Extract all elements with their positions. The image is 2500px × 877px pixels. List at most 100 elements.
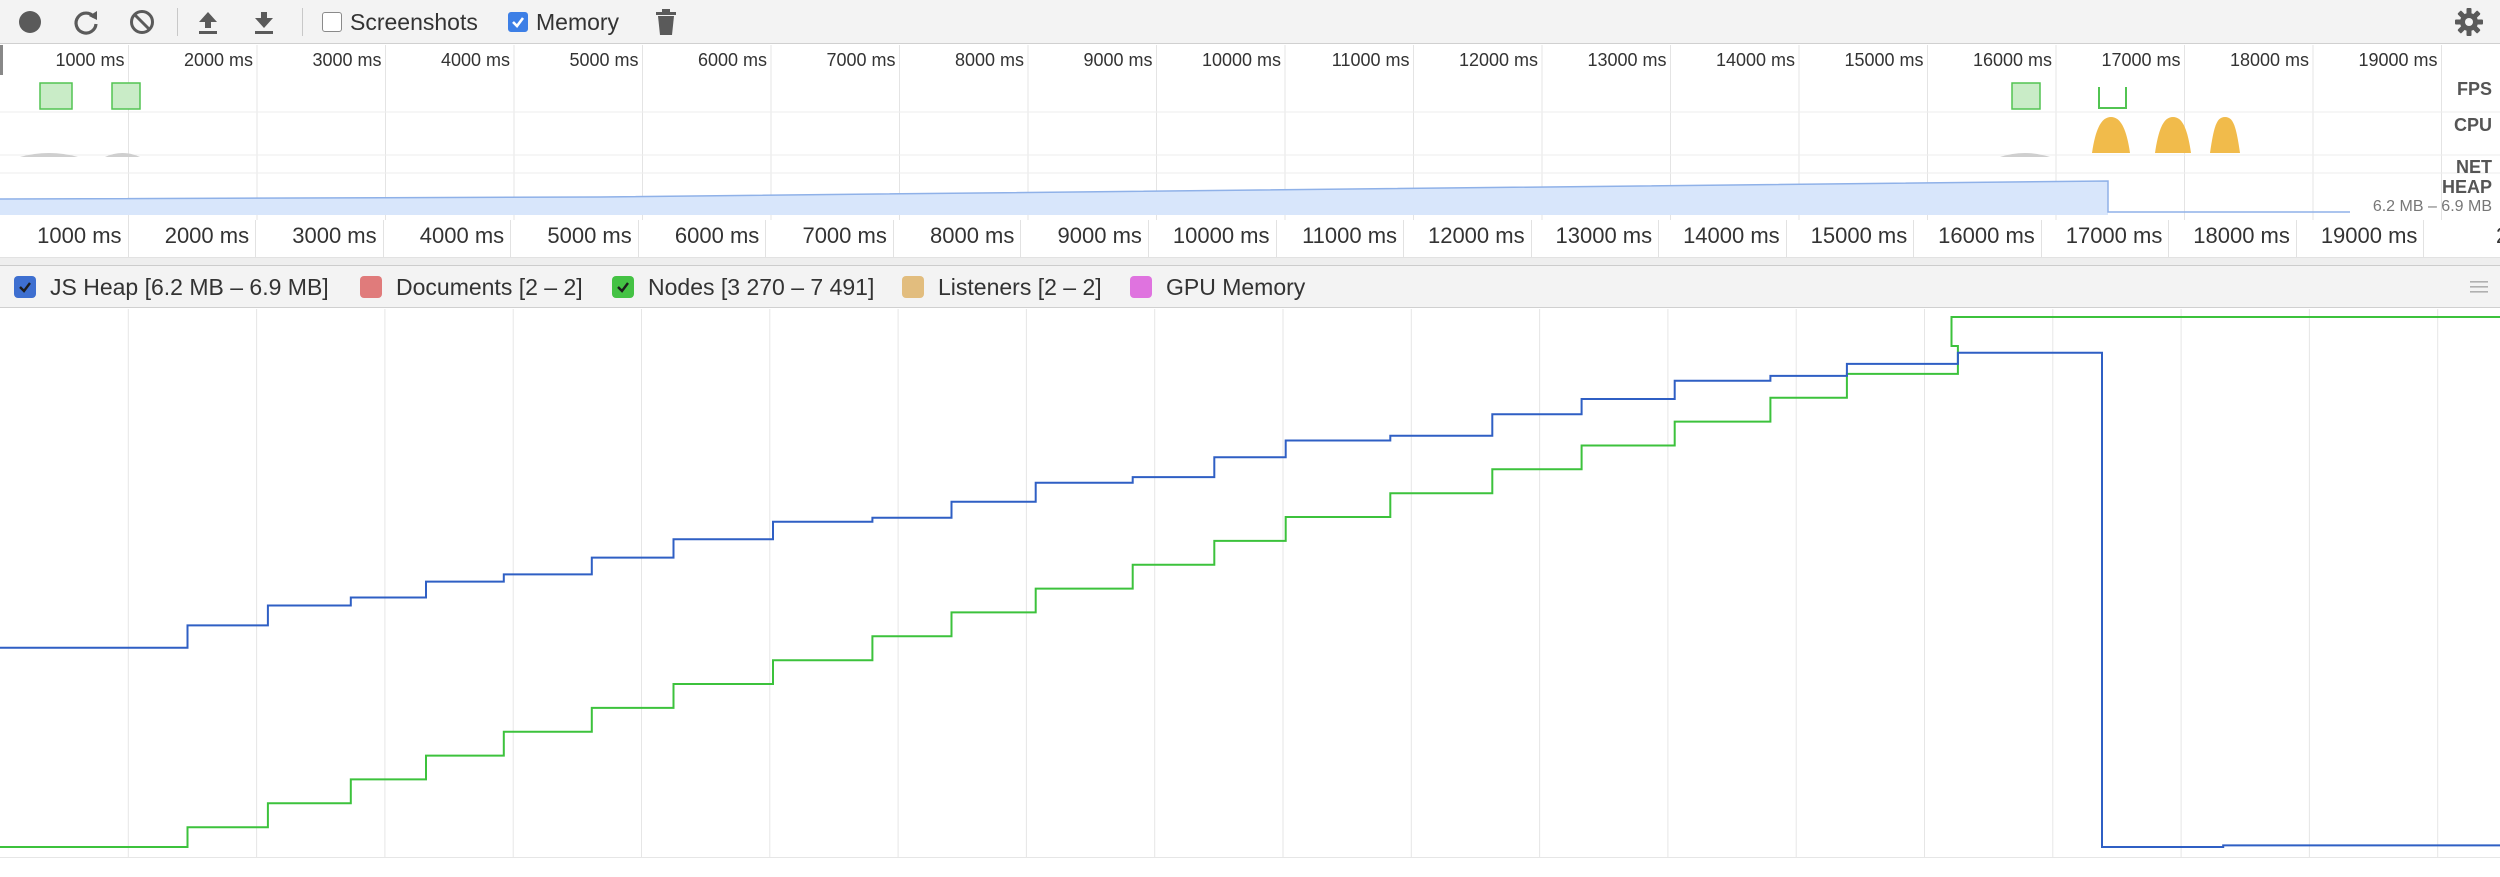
ruler-gridline	[1275, 220, 1277, 257]
nodes-label: Nodes [3 270 – 7 491]	[648, 273, 875, 300]
cpu-track-label: CPU	[2453, 115, 2492, 135]
ruler-gridline	[2423, 220, 2425, 257]
legend-listeners[interactable]: Listeners [2 – 2]	[902, 274, 1102, 300]
cpu-activity	[20, 153, 78, 157]
legend-documents[interactable]: Documents [2 – 2]	[360, 274, 583, 300]
ruler-gridline	[1530, 220, 1532, 257]
ruler-tick-label: 11000 ms	[1302, 223, 1398, 248]
listeners-label: Listeners [2 – 2]	[938, 273, 1102, 300]
overview-tick-label: 1000 ms	[55, 50, 125, 70]
ruler-tick-label: 6000 ms	[674, 223, 760, 248]
checkmark-icon	[617, 282, 629, 293]
overview-tick-label: 10000 ms	[1201, 50, 1281, 70]
ruler-gridline	[2168, 220, 2170, 257]
clear-icon	[130, 10, 154, 34]
ruler-gridline	[1403, 220, 1405, 257]
legend-nodes[interactable]: Nodes [3 270 – 7 491]	[612, 274, 874, 300]
overview-tick-label: 14000 ms	[1715, 50, 1795, 70]
memory-counter-graph[interactable]	[0, 309, 2500, 857]
memory-counters-legend: JS Heap [6.2 MB – 6.9 MB] Documents [2 –…	[0, 266, 2500, 308]
overview-tick-label: 16000 ms	[1972, 50, 2052, 70]
overview-tick-label: 5000 ms	[569, 50, 639, 70]
ruler-gridline	[127, 220, 129, 257]
cpu-activity	[2092, 117, 2130, 153]
overview-tick-label: 7000 ms	[826, 50, 896, 70]
overview-tick-label: 17000 ms	[2101, 50, 2181, 70]
overview-tick-label: 6000 ms	[697, 50, 767, 70]
ruler-gridline	[892, 220, 894, 257]
ruler-tick-label: 19000 ms	[2320, 223, 2418, 248]
ruler-tick-label: 13000 ms	[1555, 223, 1653, 248]
toolbar-divider	[177, 8, 178, 36]
reload-button[interactable]	[70, 6, 102, 38]
screenshots-checkbox[interactable]: Screenshots	[322, 9, 478, 35]
ruler-tick-label: 1000 ms	[37, 223, 122, 248]
toolbar-divider	[302, 8, 303, 36]
reload-icon	[74, 11, 98, 35]
gpu-memory-checkbox[interactable]	[1130, 276, 1152, 298]
overview-tick-label: 9000 ms	[1083, 50, 1153, 70]
overview-tick-label: 2000 ms	[183, 50, 253, 70]
gpu-memory-label: GPU Memory	[1166, 273, 1306, 300]
fps-bar	[2011, 82, 2041, 110]
hamburger-icon[interactable]	[2468, 276, 2490, 298]
overview-tick-label: 8000 ms	[954, 50, 1024, 70]
legend-js-heap[interactable]: JS Heap [6.2 MB – 6.9 MB]	[14, 274, 329, 300]
screenshots-checkbox-box[interactable]	[322, 12, 342, 32]
heap-range-label: 6.2 MB – 6.9 MB	[2372, 198, 2492, 215]
graph-footer	[0, 857, 2500, 877]
memory-checkbox[interactable]: Memory	[508, 9, 619, 35]
fps-bar	[111, 82, 141, 110]
fps-bar	[2098, 87, 2127, 109]
ruler-tick-label: 8000 ms	[930, 223, 1015, 248]
documents-checkbox[interactable]	[360, 276, 382, 298]
ruler-gridline	[1147, 220, 1149, 257]
overview-tick-label: 19000 ms	[2358, 50, 2438, 70]
gear-icon	[2455, 8, 2483, 36]
ruler-gridline	[1020, 220, 1022, 257]
screenshots-label: Screenshots	[350, 8, 478, 35]
collect-garbage-button[interactable]	[650, 6, 682, 38]
ruler-gridline	[382, 220, 384, 257]
timeline-overview[interactable]: 1000 ms 2000 ms 3000 ms 4000 ms 5000 ms 6000 …	[0, 45, 2500, 220]
overview-tick-label: 15000 ms	[1844, 50, 1924, 70]
settings-button[interactable]	[2453, 6, 2485, 38]
ruler-tick-label: 5000 ms	[547, 223, 632, 248]
ruler-tick-label: 17000 ms	[2065, 223, 2163, 248]
ruler-tick-label: 14000 ms	[1683, 223, 1780, 248]
overview-tick-label: 11000 ms	[1331, 50, 1410, 70]
nodes-checkbox[interactable]	[612, 276, 634, 298]
load-profile-button[interactable]	[192, 6, 224, 38]
documents-label: Documents [2 – 2]	[396, 273, 583, 300]
heap-track-label: HEAP	[2441, 177, 2492, 197]
ruler-tick-label: 3000 ms	[292, 223, 377, 248]
save-profile-button[interactable]	[248, 6, 280, 38]
clear-button[interactable]	[126, 6, 158, 38]
overview-left-handle[interactable]	[0, 45, 3, 75]
trash-icon	[656, 9, 676, 35]
ruler-tick-label: 7000 ms	[802, 223, 887, 248]
timeline-ruler: 1000 ms 2000 ms 3000 ms 4000 ms 5000 ms 6000 …	[0, 220, 2500, 258]
overview-canvas	[0, 45, 2500, 220]
memory-checkbox-box[interactable]	[508, 12, 528, 32]
ruler-gridline	[637, 220, 639, 257]
ruler-tick-label: 9000 ms	[1057, 223, 1142, 248]
checkmark-icon	[512, 17, 525, 28]
net-track-label: NET	[2456, 157, 2492, 177]
ruler-gridline	[510, 220, 512, 257]
cpu-activity	[2210, 117, 2240, 153]
ruler-gridline	[1785, 220, 1787, 257]
ruler-gridline	[1913, 220, 1915, 257]
overview-tick-label: 18000 ms	[2229, 50, 2309, 70]
ruler-tick-label: 2000 ms	[164, 223, 250, 248]
legend-gpu-memory[interactable]: GPU Memory	[1130, 274, 1305, 300]
ruler-gridline	[765, 220, 767, 257]
memory-label: Memory	[536, 8, 620, 35]
record-button[interactable]	[14, 6, 46, 38]
fps-bar	[39, 82, 73, 110]
js-heap-checkbox[interactable]	[14, 276, 36, 298]
listeners-checkbox[interactable]	[902, 276, 924, 298]
record-icon	[19, 11, 41, 33]
panel-splitter[interactable]	[0, 258, 2500, 266]
ruler-gridline	[2040, 220, 2042, 257]
